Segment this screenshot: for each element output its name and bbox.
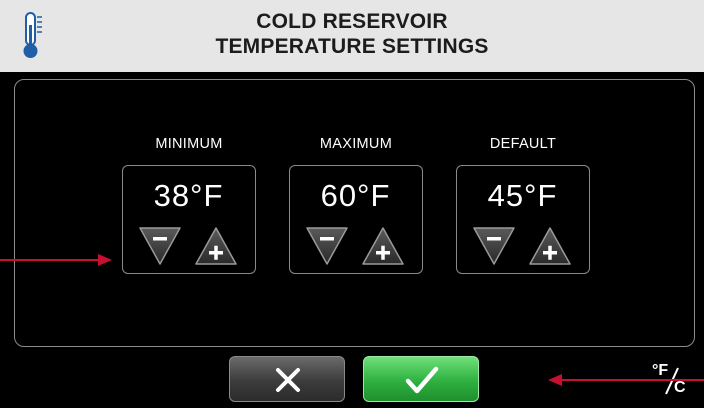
default-value-box: 45°F [456, 165, 590, 274]
maximum-setting: MAXIMUM 60°F [289, 136, 423, 274]
minus-icon [320, 237, 334, 241]
default-value: 45°F [487, 178, 558, 213]
maximum-value-box: 60°F [289, 165, 423, 274]
default-setting: DEFAULT 45°F [456, 136, 590, 274]
confirm-button[interactable] [363, 356, 479, 402]
header-bar: COLD RESERVOIR TEMPERATURE SETTINGS [0, 0, 704, 72]
page-title: COLD RESERVOIR TEMPERATURE SETTINGS [0, 9, 704, 59]
cancel-button[interactable] [229, 356, 345, 402]
minimum-decrease-button[interactable] [137, 225, 183, 267]
close-icon [276, 368, 300, 392]
minus-icon [153, 237, 167, 241]
maximum-decrease-button[interactable] [304, 225, 350, 267]
default-label: DEFAULT [489, 136, 557, 152]
callout-arrow-right [548, 374, 704, 386]
title-line-2: TEMPERATURE SETTINGS [215, 35, 489, 58]
settings-panel: MINIMUM 38°F MAXIMUM 60°F DEFAULT 45°F [14, 79, 695, 347]
minimum-increase-button[interactable] [193, 225, 239, 267]
plus-icon [214, 245, 218, 260]
minimum-label: MINIMUM [155, 136, 223, 152]
plus-icon [381, 245, 385, 260]
temperature-settings-screen: COLD RESERVOIR TEMPERATURE SETTINGS MINI… [0, 0, 704, 408]
plus-icon [548, 245, 552, 260]
callout-arrow-left [0, 254, 112, 266]
minimum-value-box: 38°F [122, 165, 256, 274]
default-increase-button[interactable] [527, 225, 573, 267]
check-icon [405, 366, 439, 394]
minus-icon [487, 237, 501, 241]
maximum-increase-button[interactable] [360, 225, 406, 267]
minimum-value: 38°F [153, 178, 224, 213]
default-decrease-button[interactable] [471, 225, 517, 267]
maximum-label: MAXIMUM [319, 136, 393, 152]
title-line-1: COLD RESERVOIR [256, 10, 448, 33]
minimum-setting: MINIMUM 38°F [122, 136, 256, 274]
maximum-value: 60°F [320, 178, 391, 213]
